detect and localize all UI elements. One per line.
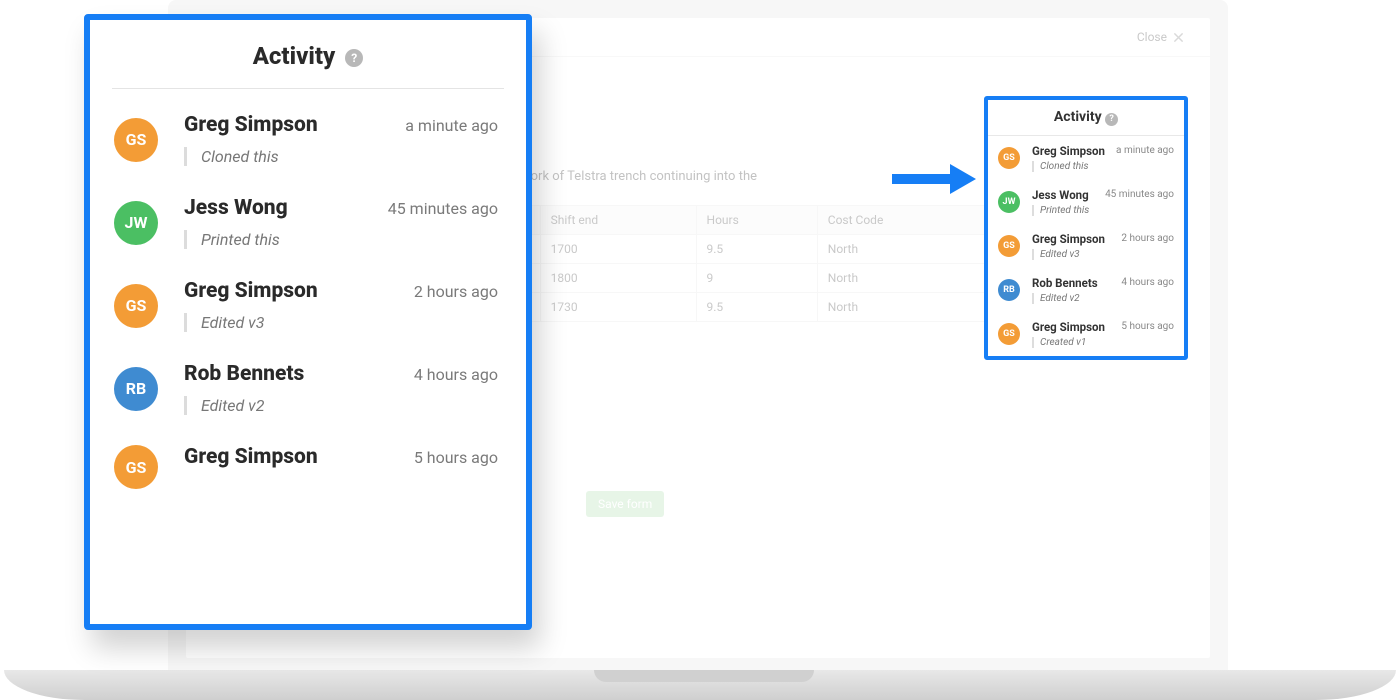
col-cost-code: Cost Code	[817, 205, 991, 234]
activity-item[interactable]: RB Rob Bennets 4 hours ago Edited v2	[90, 346, 526, 429]
activity-action: Edited v2	[1032, 293, 1174, 304]
activity-action: Edited v2	[184, 396, 498, 415]
activity-user: Greg Simpson	[1032, 232, 1113, 246]
activity-user: Rob Bennets	[1032, 276, 1113, 290]
activity-user: Greg Simpson	[1032, 320, 1113, 334]
avatar: GS	[114, 118, 158, 162]
avatar: RB	[998, 279, 1020, 301]
activity-action: Edited v3	[184, 313, 498, 332]
avatar: GS	[998, 323, 1020, 345]
col-shift-end: Shift end	[540, 205, 696, 234]
avatar: GS	[114, 284, 158, 328]
avatar: GS	[114, 445, 158, 489]
activity-user: Jess Wong	[1032, 188, 1097, 202]
laptop-base	[4, 670, 1396, 700]
activity-time: 5 hours ago	[414, 448, 498, 467]
activity-panel: Activity ? GS Greg Simpson a minute ago …	[984, 96, 1188, 360]
activity-time: 45 minutes ago	[388, 199, 498, 218]
activity-time: 45 minutes ago	[1105, 189, 1174, 200]
activity-user: Greg Simpson	[184, 445, 392, 469]
activity-item[interactable]: GS Greg Simpson 5 hours ago	[90, 429, 526, 489]
close-label: Close	[1137, 30, 1167, 44]
avatar: JW	[114, 201, 158, 245]
activity-panel-zoom: Activity ? GS Greg Simpson a minute ago …	[84, 14, 532, 630]
help-icon[interactable]: ?	[1105, 113, 1118, 126]
activity-user: Greg Simpson	[1032, 144, 1108, 158]
avatar: RB	[114, 367, 158, 411]
activity-panel-title: Activity ?	[988, 100, 1184, 136]
activity-time: a minute ago	[1116, 145, 1174, 156]
activity-user: Greg Simpson	[184, 113, 383, 137]
activity-time: 4 hours ago	[1121, 277, 1174, 288]
activity-item[interactable]: GS Greg Simpson 2 hours ago Edited v3	[90, 263, 526, 346]
activity-action: Cloned this	[1032, 161, 1174, 172]
avatar: GS	[998, 147, 1020, 169]
activity-time: 2 hours ago	[414, 282, 498, 301]
activity-time: 5 hours ago	[1121, 321, 1174, 332]
activity-action: Created v1	[1032, 337, 1174, 348]
callout-arrow-icon	[892, 162, 976, 196]
activity-user: Rob Bennets	[184, 362, 392, 386]
activity-item[interactable]: RB Rob Bennets 4 hours ago Edited v2	[988, 268, 1184, 312]
activity-action: Printed this	[184, 230, 498, 249]
close-button[interactable]: Close	[1137, 30, 1184, 44]
avatar: JW	[998, 191, 1020, 213]
activity-time: a minute ago	[405, 116, 498, 135]
activity-item[interactable]: GS Greg Simpson a minute ago Cloned this	[988, 136, 1184, 180]
activity-panel-title: Activity ?	[90, 20, 526, 88]
activity-time: 4 hours ago	[414, 365, 498, 384]
col-hours: Hours	[696, 205, 817, 234]
activity-user: Jess Wong	[184, 196, 366, 220]
activity-action: Edited v3	[1032, 249, 1174, 260]
activity-item[interactable]: GS Greg Simpson 5 hours ago Created v1	[988, 312, 1184, 356]
activity-item[interactable]: GS Greg Simpson 2 hours ago Edited v3	[988, 224, 1184, 268]
activity-item[interactable]: JW Jess Wong 45 minutes ago Printed this	[90, 180, 526, 263]
activity-action: Printed this	[1032, 205, 1174, 216]
laptop-notch	[594, 670, 814, 682]
avatar: GS	[998, 235, 1020, 257]
help-icon[interactable]: ?	[345, 49, 363, 67]
activity-user: Greg Simpson	[184, 279, 392, 303]
divider	[112, 88, 504, 89]
save-form-button[interactable]: Save form	[586, 491, 664, 517]
close-icon	[1173, 32, 1184, 43]
activity-item[interactable]: JW Jess Wong 45 minutes ago Printed this	[988, 180, 1184, 224]
activity-time: 2 hours ago	[1121, 233, 1174, 244]
activity-action: Cloned this	[184, 147, 498, 166]
activity-item[interactable]: GS Greg Simpson a minute ago Cloned this	[90, 97, 526, 180]
